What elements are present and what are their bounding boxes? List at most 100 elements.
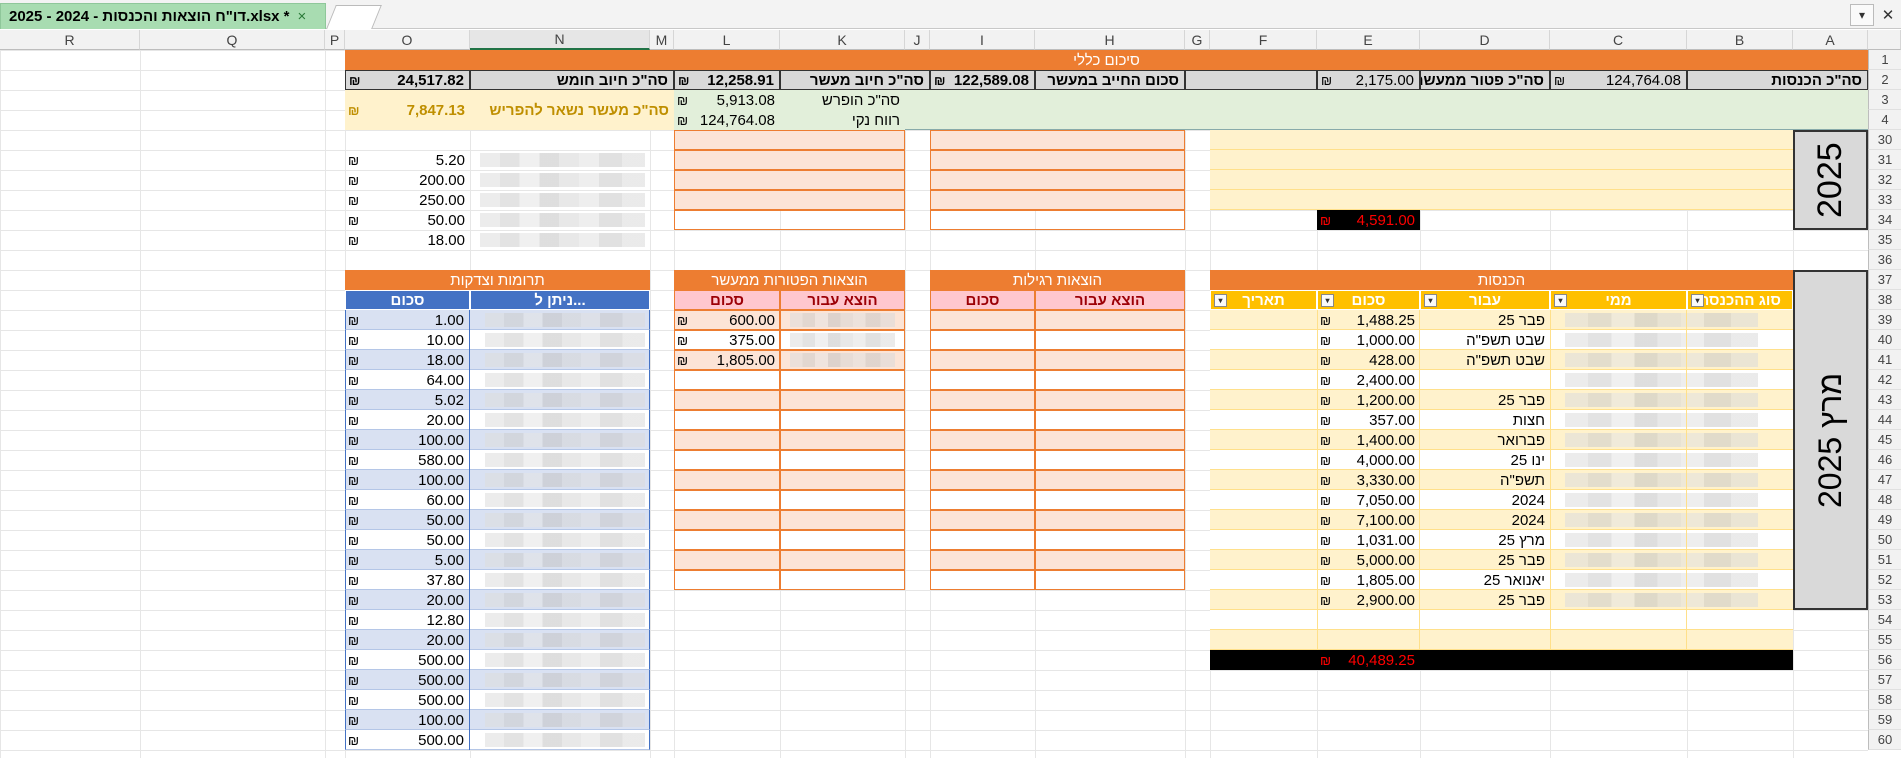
regular-for-cell[interactable] xyxy=(1035,430,1185,450)
regular-amount-cell[interactable] xyxy=(930,530,1035,550)
column-header-b[interactable]: B xyxy=(1687,30,1793,50)
row-header-56[interactable]: 56 xyxy=(1868,650,1901,670)
regular-amount-cell[interactable] xyxy=(930,310,1035,330)
row-header-36[interactable]: 36 xyxy=(1868,250,1901,270)
exempt-amount-cell[interactable] xyxy=(674,530,780,550)
exempt-amount-cell[interactable] xyxy=(674,410,780,430)
regular-amount-cell[interactable] xyxy=(930,430,1035,450)
row-header-35[interactable]: 35 xyxy=(1868,230,1901,250)
exempt-for-cell[interactable] xyxy=(780,490,905,510)
row-header-50[interactable]: 50 xyxy=(1868,530,1901,550)
column-header-f[interactable]: F xyxy=(1210,30,1317,50)
column-header-c[interactable]: C xyxy=(1550,30,1687,50)
row-header-47[interactable]: 47 xyxy=(1868,470,1901,490)
new-tab-button[interactable] xyxy=(326,5,382,29)
regular-for-cell[interactable] xyxy=(1035,550,1185,570)
column-header-q[interactable]: Q xyxy=(140,30,325,50)
column-header-i[interactable]: I xyxy=(930,30,1035,50)
select-all-corner[interactable] xyxy=(1868,30,1901,50)
row-header-60[interactable]: 60 xyxy=(1868,730,1901,750)
row-header-2[interactable]: 2 xyxy=(1868,70,1901,90)
exempt-amount-cell[interactable] xyxy=(674,430,780,450)
row-header-34[interactable]: 34 xyxy=(1868,210,1901,230)
exempt-for-cell[interactable] xyxy=(780,390,905,410)
row-header-1[interactable]: 1 xyxy=(1868,50,1901,70)
regular-amount-cell[interactable] xyxy=(930,410,1035,430)
filter-dropdown-icon[interactable]: ▾ xyxy=(1424,294,1437,307)
row-header-41[interactable]: 41 xyxy=(1868,350,1901,370)
exempt-amount-cell[interactable] xyxy=(674,370,780,390)
row-header-57[interactable]: 57 xyxy=(1868,670,1901,690)
row-header-4[interactable]: 4 xyxy=(1868,110,1901,130)
exempt-amount-cell[interactable] xyxy=(674,490,780,510)
row-header-53[interactable]: 53 xyxy=(1868,590,1901,610)
regular-for-cell[interactable] xyxy=(1035,390,1185,410)
spreadsheet-grid[interactable]: ABCDEFGHIJKLMNOPQR 1 2 3 4 30 31 32 33 34 35 36 37 3… xyxy=(0,30,1901,758)
row-header-42[interactable]: 42 xyxy=(1868,370,1901,390)
row-header-48[interactable]: 48 xyxy=(1868,490,1901,510)
column-header-e[interactable]: E xyxy=(1317,30,1420,50)
filter-dropdown-icon[interactable]: ▾ xyxy=(1554,294,1567,307)
row-header-49[interactable]: 49 xyxy=(1868,510,1901,530)
column-header-h[interactable]: H xyxy=(1035,30,1185,50)
exempt-amount-cell[interactable] xyxy=(674,550,780,570)
exempt-amount-cell[interactable] xyxy=(674,570,780,590)
filter-dropdown-icon[interactable]: ▾ xyxy=(1691,294,1704,307)
row-header-44[interactable]: 44 xyxy=(1868,410,1901,430)
exempt-for-cell[interactable] xyxy=(780,370,905,390)
column-header-g[interactable]: G xyxy=(1185,30,1210,50)
column-header-l[interactable]: L xyxy=(674,30,780,50)
exempt-for-cell[interactable] xyxy=(780,510,905,530)
row-header-59[interactable]: 59 xyxy=(1868,710,1901,730)
close-window-icon[interactable]: ✕ xyxy=(1876,4,1900,26)
regular-amount-cell[interactable] xyxy=(930,390,1035,410)
tabs-dropdown-icon[interactable]: ▾ xyxy=(1850,4,1874,26)
regular-for-cell[interactable] xyxy=(1035,510,1185,530)
column-header-d[interactable]: D xyxy=(1420,30,1550,50)
file-tab[interactable]: דו"ח הוצאות והכנסות - 2024 - 2025.xlsx *… xyxy=(0,3,326,29)
row-header-54[interactable]: 54 xyxy=(1868,610,1901,630)
regular-amount-cell[interactable] xyxy=(930,370,1035,390)
regular-amount-cell[interactable] xyxy=(930,450,1035,470)
row-header-33[interactable]: 33 xyxy=(1868,190,1901,210)
row-header-38[interactable]: 38 xyxy=(1868,290,1901,310)
regular-for-cell[interactable] xyxy=(1035,570,1185,590)
row-header-45[interactable]: 45 xyxy=(1868,430,1901,450)
regular-for-cell[interactable] xyxy=(1035,470,1185,490)
row-header-51[interactable]: 51 xyxy=(1868,550,1901,570)
column-header-n[interactable]: N xyxy=(470,30,650,50)
row-header-3[interactable]: 3 xyxy=(1868,90,1901,110)
row-header-30[interactable]: 30 xyxy=(1868,130,1901,150)
exempt-for-cell[interactable] xyxy=(780,430,905,450)
regular-for-cell[interactable] xyxy=(1035,530,1185,550)
exempt-for-cell[interactable] xyxy=(780,530,905,550)
row-header-32[interactable]: 32 xyxy=(1868,170,1901,190)
filter-dropdown-icon[interactable]: ▾ xyxy=(1321,294,1334,307)
row-header-43[interactable]: 43 xyxy=(1868,390,1901,410)
exempt-for-cell[interactable] xyxy=(780,470,905,490)
row-header-58[interactable]: 58 xyxy=(1868,690,1901,710)
row-header-46[interactable]: 46 xyxy=(1868,450,1901,470)
filter-dropdown-icon[interactable]: ▾ xyxy=(1214,294,1227,307)
column-header-j[interactable]: J xyxy=(905,30,930,50)
regular-for-cell[interactable] xyxy=(1035,410,1185,430)
regular-for-cell[interactable] xyxy=(1035,330,1185,350)
column-header-p[interactable]: P xyxy=(325,30,345,50)
regular-for-cell[interactable] xyxy=(1035,450,1185,470)
row-header-55[interactable]: 55 xyxy=(1868,630,1901,650)
regular-amount-cell[interactable] xyxy=(930,570,1035,590)
close-tab-icon[interactable]: × xyxy=(298,8,307,25)
regular-amount-cell[interactable] xyxy=(930,510,1035,530)
row-header-31[interactable]: 31 xyxy=(1868,150,1901,170)
column-header-r[interactable]: R xyxy=(0,30,140,50)
regular-amount-cell[interactable] xyxy=(930,330,1035,350)
exempt-amount-cell[interactable] xyxy=(674,470,780,490)
column-header-m[interactable]: M xyxy=(650,30,674,50)
regular-for-cell[interactable] xyxy=(1035,370,1185,390)
row-header-39[interactable]: 39 xyxy=(1868,310,1901,330)
exempt-amount-cell[interactable] xyxy=(674,390,780,410)
exempt-for-cell[interactable] xyxy=(780,570,905,590)
row-header-40[interactable]: 40 xyxy=(1868,330,1901,350)
regular-amount-cell[interactable] xyxy=(930,470,1035,490)
regular-amount-cell[interactable] xyxy=(930,550,1035,570)
